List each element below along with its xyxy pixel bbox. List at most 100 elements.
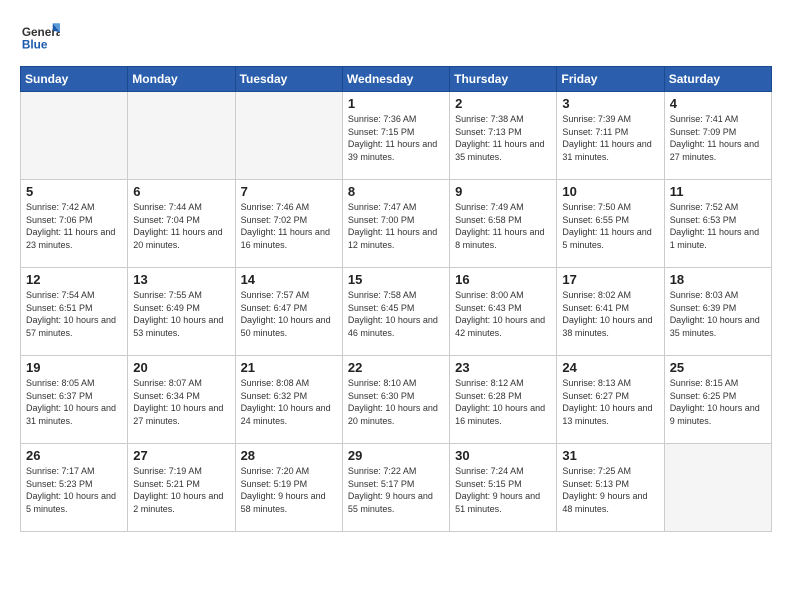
calendar-cell: 29 Sunrise: 7:22 AMSunset: 5:17 PMDayligh…	[342, 444, 449, 532]
day-info: Sunrise: 7:57 AMSunset: 6:47 PMDaylight:…	[241, 289, 337, 339]
weekday-header-tuesday: Tuesday	[235, 67, 342, 92]
day-number: 23	[455, 360, 551, 375]
day-info: Sunrise: 8:08 AMSunset: 6:32 PMDaylight:…	[241, 377, 337, 427]
calendar-cell	[664, 444, 771, 532]
day-number: 19	[26, 360, 122, 375]
day-info: Sunrise: 8:13 AMSunset: 6:27 PMDaylight:…	[562, 377, 658, 427]
calendar-header-row: SundayMondayTuesdayWednesdayThursdayFrid…	[21, 67, 772, 92]
day-info: Sunrise: 8:05 AMSunset: 6:37 PMDaylight:…	[26, 377, 122, 427]
day-number: 27	[133, 448, 229, 463]
day-info: Sunrise: 7:22 AMSunset: 5:17 PMDaylight:…	[348, 465, 444, 515]
calendar-cell: 9 Sunrise: 7:49 AMSunset: 6:58 PMDaylight…	[450, 180, 557, 268]
calendar-cell: 22 Sunrise: 8:10 AMSunset: 6:30 PMDayligh…	[342, 356, 449, 444]
calendar-cell: 4 Sunrise: 7:41 AMSunset: 7:09 PMDaylight…	[664, 92, 771, 180]
day-number: 7	[241, 184, 337, 199]
day-info: Sunrise: 7:47 AMSunset: 7:00 PMDaylight:…	[348, 201, 444, 251]
day-number: 2	[455, 96, 551, 111]
calendar-week-2: 5 Sunrise: 7:42 AMSunset: 7:06 PMDaylight…	[21, 180, 772, 268]
day-info: Sunrise: 7:41 AMSunset: 7:09 PMDaylight:…	[670, 113, 766, 163]
day-info: Sunrise: 8:00 AMSunset: 6:43 PMDaylight:…	[455, 289, 551, 339]
day-number: 14	[241, 272, 337, 287]
day-number: 16	[455, 272, 551, 287]
calendar-cell	[235, 92, 342, 180]
calendar-cell: 25 Sunrise: 8:15 AMSunset: 6:25 PMDayligh…	[664, 356, 771, 444]
day-info: Sunrise: 7:54 AMSunset: 6:51 PMDaylight:…	[26, 289, 122, 339]
weekday-header-sunday: Sunday	[21, 67, 128, 92]
calendar-cell: 16 Sunrise: 8:00 AMSunset: 6:43 PMDayligh…	[450, 268, 557, 356]
day-info: Sunrise: 7:52 AMSunset: 6:53 PMDaylight:…	[670, 201, 766, 251]
day-number: 10	[562, 184, 658, 199]
day-info: Sunrise: 8:10 AMSunset: 6:30 PMDaylight:…	[348, 377, 444, 427]
day-info: Sunrise: 7:25 AMSunset: 5:13 PMDaylight:…	[562, 465, 658, 515]
day-number: 11	[670, 184, 766, 199]
calendar-cell: 18Sunrise: 8:03 AMSunset: 6:39 PMDayligh…	[664, 268, 771, 356]
calendar-cell: 26Sunrise: 7:17 AMSunset: 5:23 PMDayligh…	[21, 444, 128, 532]
calendar-week-3: 12 Sunrise: 7:54 AMSunset: 6:51 PMDayligh…	[21, 268, 772, 356]
day-number: 6	[133, 184, 229, 199]
day-info: Sunrise: 7:50 AMSunset: 6:55 PMDaylight:…	[562, 201, 658, 251]
calendar-cell	[21, 92, 128, 180]
day-info: Sunrise: 7:44 AMSunset: 7:04 PMDaylight:…	[133, 201, 229, 251]
day-info: Sunrise: 7:55 AMSunset: 6:49 PMDaylight:…	[133, 289, 229, 339]
day-number: 5	[26, 184, 122, 199]
day-info: Sunrise: 8:07 AMSunset: 6:34 PMDaylight:…	[133, 377, 229, 427]
weekday-header-thursday: Thursday	[450, 67, 557, 92]
day-number: 25	[670, 360, 766, 375]
day-number: 17	[562, 272, 658, 287]
day-number: 20	[133, 360, 229, 375]
day-info: Sunrise: 7:49 AMSunset: 6:58 PMDaylight:…	[455, 201, 551, 251]
day-number: 28	[241, 448, 337, 463]
calendar-cell: 19 Sunrise: 8:05 AMSunset: 6:37 PMDayligh…	[21, 356, 128, 444]
calendar-cell: 12 Sunrise: 7:54 AMSunset: 6:51 PMDayligh…	[21, 268, 128, 356]
weekday-header-monday: Monday	[128, 67, 235, 92]
calendar-cell	[128, 92, 235, 180]
day-info: Sunrise: 7:24 AMSunset: 5:15 PMDaylight:…	[455, 465, 551, 515]
calendar-cell: 14 Sunrise: 7:57 AMSunset: 6:47 PMDayligh…	[235, 268, 342, 356]
day-info: Sunrise: 7:19 AMSunset: 5:21 PMDaylight:…	[133, 465, 229, 515]
day-number: 21	[241, 360, 337, 375]
day-info: Sunrise: 8:03 AMSunset: 6:39 PMDaylight:…	[670, 289, 766, 339]
day-number: 15	[348, 272, 444, 287]
day-info: Sunrise: 8:12 AMSunset: 6:28 PMDaylight:…	[455, 377, 551, 427]
day-info: Sunrise: 8:15 AMSunset: 6:25 PMDaylight:…	[670, 377, 766, 427]
calendar-cell: 8 Sunrise: 7:47 AMSunset: 7:00 PMDaylight…	[342, 180, 449, 268]
day-info: Sunrise: 7:20 AMSunset: 5:19 PMDaylight:…	[241, 465, 337, 515]
day-number: 29	[348, 448, 444, 463]
calendar-cell: 20 Sunrise: 8:07 AMSunset: 6:34 PMDayligh…	[128, 356, 235, 444]
day-info: Sunrise: 7:58 AMSunset: 6:45 PMDaylight:…	[348, 289, 444, 339]
page-header: General Blue	[20, 16, 772, 56]
weekday-header-wednesday: Wednesday	[342, 67, 449, 92]
day-number: 4	[670, 96, 766, 111]
day-info: Sunrise: 7:38 AMSunset: 7:13 PMDaylight:…	[455, 113, 551, 163]
calendar-cell: 7 Sunrise: 7:46 AMSunset: 7:02 PMDaylight…	[235, 180, 342, 268]
calendar-cell: 24 Sunrise: 8:13 AMSunset: 6:27 PMDayligh…	[557, 356, 664, 444]
day-number: 31	[562, 448, 658, 463]
day-info: Sunrise: 7:39 AMSunset: 7:11 PMDaylight:…	[562, 113, 658, 163]
day-number: 9	[455, 184, 551, 199]
calendar-cell: 30 Sunrise: 7:24 AMSunset: 5:15 PMDayligh…	[450, 444, 557, 532]
calendar-cell: 13Sunrise: 7:55 AMSunset: 6:49 PMDayligh…	[128, 268, 235, 356]
calendar-table: SundayMondayTuesdayWednesdayThursdayFrid…	[20, 66, 772, 532]
calendar-cell: 17 Sunrise: 8:02 AMSunset: 6:41 PMDayligh…	[557, 268, 664, 356]
calendar-cell: 11 Sunrise: 7:52 AMSunset: 6:53 PMDayligh…	[664, 180, 771, 268]
calendar-week-5: 26Sunrise: 7:17 AMSunset: 5:23 PMDayligh…	[21, 444, 772, 532]
day-number: 12	[26, 272, 122, 287]
calendar-cell: 21 Sunrise: 8:08 AMSunset: 6:32 PMDayligh…	[235, 356, 342, 444]
calendar-cell: 28 Sunrise: 7:20 AMSunset: 5:19 PMDayligh…	[235, 444, 342, 532]
logo: General Blue	[20, 16, 60, 56]
weekday-header-saturday: Saturday	[664, 67, 771, 92]
calendar-cell: 27 Sunrise: 7:19 AMSunset: 5:21 PMDayligh…	[128, 444, 235, 532]
day-number: 8	[348, 184, 444, 199]
day-info: Sunrise: 8:02 AMSunset: 6:41 PMDaylight:…	[562, 289, 658, 339]
calendar-week-1: 1Sunrise: 7:36 AMSunset: 7:15 PMDaylight…	[21, 92, 772, 180]
day-number: 3	[562, 96, 658, 111]
day-number: 22	[348, 360, 444, 375]
calendar-cell: 6 Sunrise: 7:44 AMSunset: 7:04 PMDaylight…	[128, 180, 235, 268]
calendar-cell: 5 Sunrise: 7:42 AMSunset: 7:06 PMDaylight…	[21, 180, 128, 268]
day-number: 24	[562, 360, 658, 375]
day-info: Sunrise: 7:42 AMSunset: 7:06 PMDaylight:…	[26, 201, 122, 251]
day-number: 30	[455, 448, 551, 463]
calendar-cell: 15 Sunrise: 7:58 AMSunset: 6:45 PMDayligh…	[342, 268, 449, 356]
weekday-header-friday: Friday	[557, 67, 664, 92]
day-info: Sunrise: 7:46 AMSunset: 7:02 PMDaylight:…	[241, 201, 337, 251]
